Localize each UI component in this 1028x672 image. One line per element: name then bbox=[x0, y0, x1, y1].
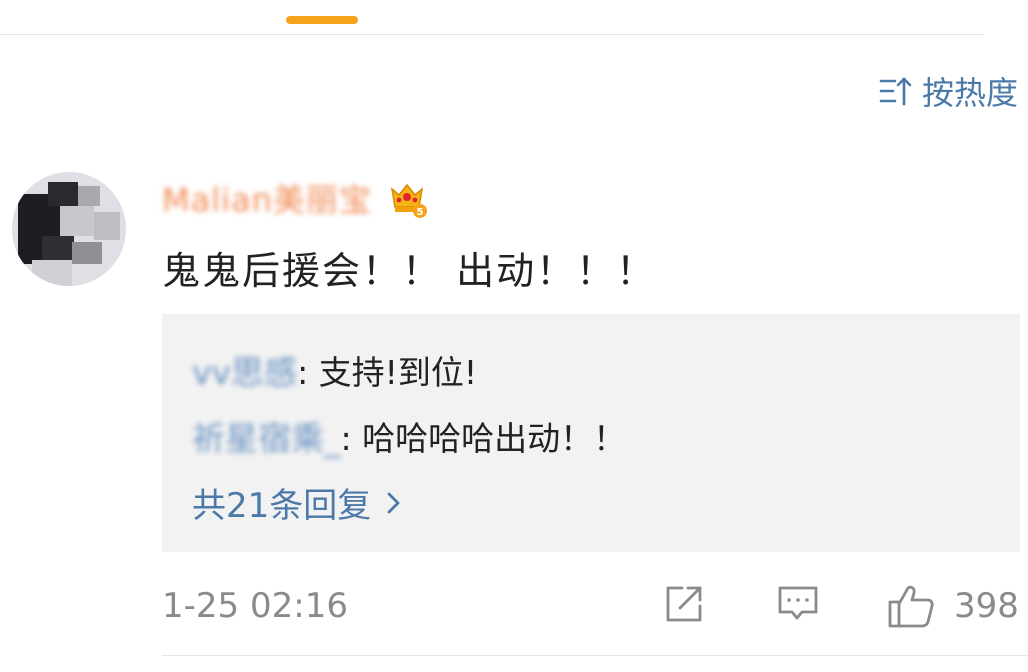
tab-indicator bbox=[286, 16, 358, 24]
svg-text:5: 5 bbox=[416, 207, 423, 218]
reply-preview-box[interactable]: vv思感: 支持!到位! 祈星宿乘_: 哈哈哈哈出动！！ 共21条回复 bbox=[162, 314, 1020, 552]
reply-text: : 哈哈哈哈出动！！ bbox=[340, 419, 627, 458]
comment-text: 鬼鬼后援会！！ 出动！！！ bbox=[162, 249, 657, 293]
comment-icon bbox=[776, 582, 820, 626]
reply-username[interactable]: 祈星宿乘_ bbox=[192, 419, 341, 458]
comment-username-row: Malian美丽宝 5 bbox=[162, 175, 428, 221]
comment-timestamp: 1-25 02:16 bbox=[162, 586, 348, 626]
avatar[interactable] bbox=[12, 172, 126, 286]
bottom-divider bbox=[162, 655, 1028, 656]
repost-icon bbox=[662, 582, 706, 626]
top-divider bbox=[0, 34, 984, 35]
like-button[interactable]: 398 bbox=[886, 582, 1019, 630]
comment-username[interactable]: Malian美丽宝 bbox=[162, 175, 372, 221]
like-icon bbox=[886, 582, 936, 630]
sort-icon bbox=[878, 73, 914, 109]
repost-button[interactable] bbox=[662, 582, 706, 626]
crown-badge-icon: 5 bbox=[386, 177, 428, 219]
reply-text: : 支持!到位! bbox=[297, 353, 478, 392]
reply-username[interactable]: vv思感 bbox=[192, 353, 297, 392]
view-all-replies-link[interactable]: 共21条回复 bbox=[192, 478, 405, 527]
view-all-replies-label: 共21条回复 bbox=[192, 486, 372, 526]
comment-button[interactable] bbox=[776, 582, 820, 626]
reply-item[interactable]: 祈星宿乘_: 哈哈哈哈出动！！ bbox=[192, 412, 626, 460]
reply-item[interactable]: vv思感: 支持!到位! bbox=[192, 346, 477, 394]
like-count: 398 bbox=[954, 586, 1019, 626]
sort-by-hot-button[interactable]: 按热度 bbox=[878, 70, 1018, 112]
sort-label: 按热度 bbox=[921, 74, 1018, 112]
chevron-right-icon bbox=[383, 490, 405, 516]
